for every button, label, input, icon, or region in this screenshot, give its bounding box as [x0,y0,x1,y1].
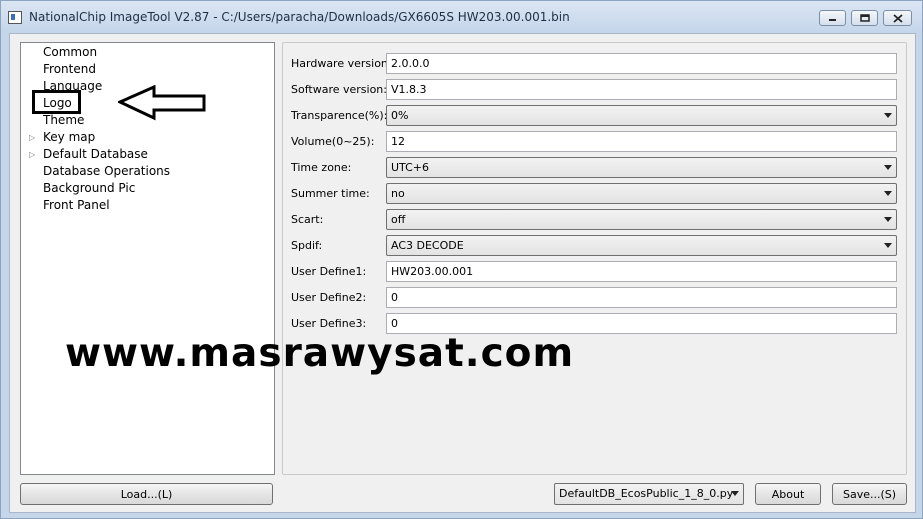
form-row-time-zone: Time zone: UTC+6 [283,157,908,179]
save-button[interactable]: Save...(S) [832,483,907,505]
scart-select[interactable]: off [386,209,897,230]
select-value: DefaultDB_EcosPublic_1_8_0.py [559,487,734,500]
close-icon [892,13,903,23]
form-row-software-version: Software version: V1.8.3 [283,79,908,101]
user-define2-input[interactable]: 0 [386,287,897,308]
app-window: NationalChip ImageTool V2.87 - C:/Users/… [0,0,923,519]
about-button[interactable]: About [755,483,821,505]
hardware-version-input[interactable]: 2.0.0.0 [386,53,897,74]
watermark-text: www.masrawysat.com [65,331,575,376]
settings-form: Hardware version: 2.0.0.0 Software versi… [282,42,907,475]
tree-item-frontend[interactable]: Frontend [43,61,96,78]
form-row-transparence: Transparence(%): 0% [283,105,908,127]
select-value: UTC+6 [391,161,430,174]
select-value: off [391,213,406,226]
form-row-summer-time: Summer time: no [283,183,908,205]
form-row-hardware-version: Hardware version: 2.0.0.0 [283,53,908,75]
spdif-select[interactable]: AC3 DECODE [386,235,897,256]
tree-item-common[interactable]: Common [43,44,97,61]
form-row-spdif: Spdif: AC3 DECODE [283,235,908,257]
transparence-select[interactable]: 0% [386,105,897,126]
expand-arrow-icon[interactable]: ▷ [29,129,37,146]
chevron-down-icon [884,191,892,196]
volume-input[interactable]: 12 [386,131,897,152]
select-value: 0% [391,109,409,122]
form-label: User Define1: [291,265,367,278]
title-bar[interactable]: NationalChip ImageTool V2.87 - C:/Users/… [1,1,922,35]
tree-item-front-panel[interactable]: Front Panel [43,197,110,214]
select-value: AC3 DECODE [391,239,464,252]
tree-item-database-operations[interactable]: Database Operations [43,163,170,180]
software-version-input[interactable]: V1.8.3 [386,79,897,100]
load-button[interactable]: Load...(L) [20,483,273,505]
chevron-down-icon [884,113,892,118]
form-row-user-define2: User Define2: 0 [283,287,908,309]
form-label: Summer time: [291,187,370,200]
left-arrow-icon [118,85,206,121]
form-row-scart: Scart: off [283,209,908,231]
maximize-icon [859,14,870,22]
form-label: Scart: [291,213,324,226]
tree-item-theme[interactable]: Theme [43,112,84,129]
expand-arrow-icon[interactable]: ▷ [29,146,37,163]
database-file-select[interactable]: DefaultDB_EcosPublic_1_8_0.py [554,483,744,505]
minimize-icon [829,19,836,21]
select-value: no [391,187,405,200]
user-define1-input[interactable]: HW203.00.001 [386,261,897,282]
close-button[interactable] [883,10,912,26]
form-label: Time zone: [291,161,352,174]
chevron-down-icon [731,491,739,496]
form-label: User Define3: [291,317,367,330]
logo-highlight-box [32,90,81,114]
summer-time-select[interactable]: no [386,183,897,204]
form-label: Software version: [291,83,387,96]
form-row-user-define1: User Define1: HW203.00.001 [283,261,908,283]
chevron-down-icon [884,243,892,248]
form-label: Transparence(%): [291,109,388,122]
window-title: NationalChip ImageTool V2.87 - C:/Users/… [29,10,570,24]
chevron-down-icon [884,165,892,170]
minimize-button[interactable] [819,10,846,26]
form-label: Hardware version: [291,57,392,70]
form-label: User Define2: [291,291,367,304]
tree-item-background-pic[interactable]: Background Pic [43,180,135,197]
time-zone-select[interactable]: UTC+6 [386,157,897,178]
form-label: Spdif: [291,239,323,252]
form-row-volume: Volume(0~25): 12 [283,131,908,153]
maximize-button[interactable] [851,10,878,26]
tree-item-default-database[interactable]: Default Database [43,146,148,163]
app-icon [8,11,22,24]
tree-item-key-map[interactable]: Key map [43,129,95,146]
form-label: Volume(0~25): [291,135,375,148]
chevron-down-icon [884,217,892,222]
